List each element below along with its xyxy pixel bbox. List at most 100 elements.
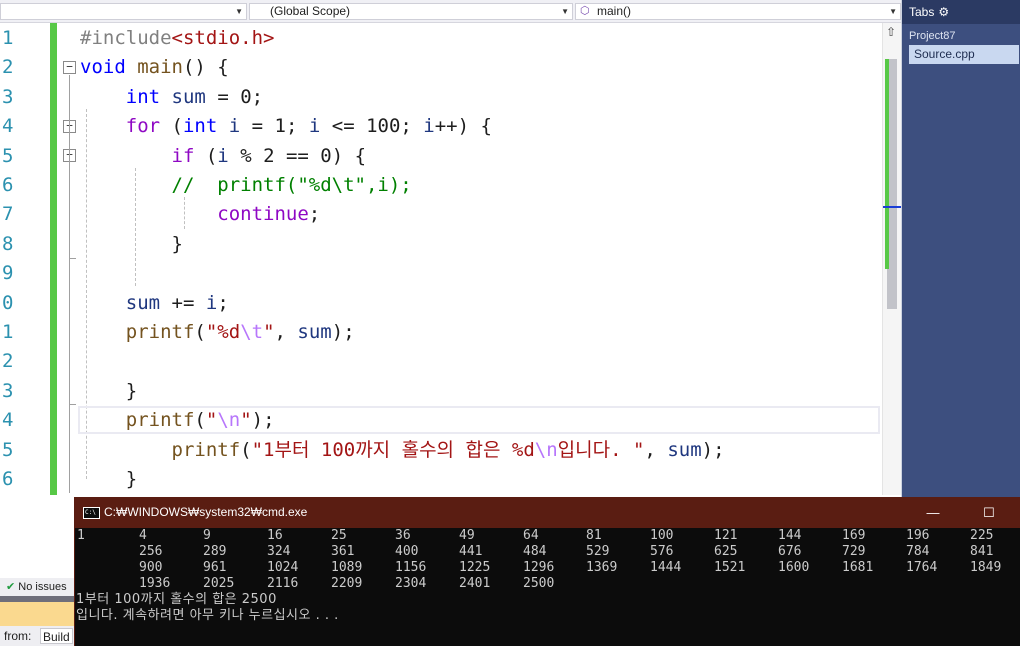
console-number: 49 (459, 528, 475, 543)
console-window[interactable]: C:\ C:₩WINDOWS₩system32₩cmd.exe — ☐ 1부터 … (74, 497, 1020, 646)
console-number: 144 (778, 528, 802, 543)
code-line[interactable]: continue; (80, 200, 320, 229)
file-scope-dropdown[interactable]: ▼ (0, 3, 247, 20)
code-line[interactable]: int sum = 0; (80, 83, 263, 112)
navigation-bar: ▼ (Global Scope) ▼ ⬡ main() ▼ (0, 0, 901, 23)
tab-source-file[interactable]: Source.cpp (909, 45, 1019, 64)
code-line[interactable]: for (int i = 1; i <= 100; i++) { (80, 112, 492, 141)
collapse-main-icon[interactable]: − (63, 61, 76, 74)
chevron-down-icon: ▼ (889, 7, 897, 16)
code-token: ( (194, 409, 206, 432)
code-token: sum (297, 321, 332, 343)
line-number: 6 (2, 468, 14, 490)
code-line[interactable]: void main() { (80, 53, 229, 82)
code-token: () { (182, 56, 229, 79)
code-token: if (171, 144, 195, 167)
code-token: i (308, 115, 321, 138)
console-number: 64 (523, 528, 539, 543)
code-line[interactable]: } (80, 230, 183, 259)
console-number: 576 (650, 544, 674, 559)
console-number: 400 (395, 544, 419, 559)
tabs-panel: Tabs ⚙ Project87 Source.cpp (901, 0, 1020, 497)
console-number: 841 (970, 544, 994, 559)
console-number: 1369 (586, 560, 618, 575)
code-token: int (182, 115, 218, 138)
code-token: continue (217, 203, 309, 226)
code-token: = 0; (205, 85, 264, 108)
issues-indicator[interactable]: ✔ No issues (0, 578, 74, 596)
outline-end-for (69, 404, 76, 405)
code-line[interactable]: // printf("%d\t",i); (80, 171, 412, 200)
tabs-panel-title: Tabs (909, 5, 935, 19)
gear-icon[interactable]: ⚙ (938, 5, 949, 19)
console-number: 2304 (395, 576, 427, 591)
code-token: % 2 == 0) { (228, 144, 367, 167)
output-from-label: from: (4, 629, 32, 643)
code-token: "%d (205, 321, 241, 343)
console-number: 1225 (459, 560, 491, 575)
code-line[interactable]: sum += i; (80, 289, 229, 318)
tab-group-project[interactable]: Project87 (909, 30, 955, 42)
minimize-button[interactable]: — (918, 497, 948, 528)
code-token: } (80, 379, 138, 402)
code-token: main (137, 56, 183, 79)
split-window-icon[interactable]: ⇧ (886, 25, 896, 39)
code-token: void (80, 56, 126, 79)
function-cube-icon: ⬡ (580, 5, 590, 17)
code-token: ; (217, 291, 229, 314)
code-editor[interactable]: #include<stdio.h> void main() { int sum =… (80, 23, 882, 495)
code-token: i (205, 291, 218, 314)
function-dropdown[interactable]: ⬡ main() ▼ (575, 3, 901, 20)
console-number: 324 (267, 544, 291, 559)
console-title-bar[interactable]: C:\ C:₩WINDOWS₩system32₩cmd.exe — ☐ (75, 497, 1020, 528)
issues-label: No issues (18, 581, 67, 593)
console-number: 441 (459, 544, 483, 559)
console-number: 1 (77, 528, 85, 543)
code-line[interactable]: printf("\n"); (80, 406, 275, 435)
console-number: 2209 (331, 576, 363, 591)
code-token: <= 100; (320, 115, 424, 138)
console-number: 225 (970, 528, 994, 543)
line-number: 9 (2, 262, 14, 285)
code-line[interactable]: printf("1부터 100까지 홀수의 합은 %d\n입니다. ", sum… (80, 436, 725, 465)
scope-dropdown[interactable]: (Global Scope) ▼ (249, 3, 573, 20)
editor-vertical-scrollbar[interactable]: ⇧ (882, 23, 902, 495)
console-app-icon: C:\ (83, 507, 100, 519)
function-value: main() (597, 4, 632, 18)
code-token: sum (667, 438, 702, 461)
console-number: 961 (203, 560, 227, 575)
check-circle-icon: ✔ (6, 581, 16, 593)
console-number: 2401 (459, 576, 491, 591)
code-token: for (125, 115, 161, 138)
status-band (0, 602, 74, 626)
code-token: <stdio.h> (171, 27, 275, 49)
code-line[interactable]: #include<stdio.h> (80, 24, 274, 53)
code-token: , (274, 321, 298, 343)
output-source-dropdown[interactable]: Build (40, 628, 73, 644)
maximize-button[interactable]: ☐ (974, 497, 1004, 528)
console-number: 4 (139, 528, 147, 543)
code-token: ( (194, 144, 218, 167)
code-line[interactable]: } (80, 377, 137, 406)
code-line[interactable]: if (i % 2 == 0) { (80, 142, 367, 171)
code-token: ); (251, 409, 275, 432)
console-number: 1600 (778, 560, 810, 575)
code-token: ( (240, 438, 252, 461)
code-token: #include (80, 27, 172, 49)
tabs-panel-header: Tabs ⚙ (902, 0, 1020, 24)
code-token: i (423, 115, 435, 138)
line-number: 2 (2, 56, 14, 79)
console-number: 484 (523, 544, 547, 559)
console-number: 1521 (714, 560, 746, 575)
code-line[interactable]: printf("%d\t", sum); (80, 318, 355, 347)
code-line[interactable]: } (80, 465, 137, 494)
line-number: 7 (2, 203, 14, 226)
outline-end-if (69, 258, 76, 259)
line-number: 1 (2, 27, 14, 49)
outline-line-main (69, 75, 70, 493)
line-number: 5 (2, 438, 14, 461)
console-number: 121 (714, 528, 738, 543)
